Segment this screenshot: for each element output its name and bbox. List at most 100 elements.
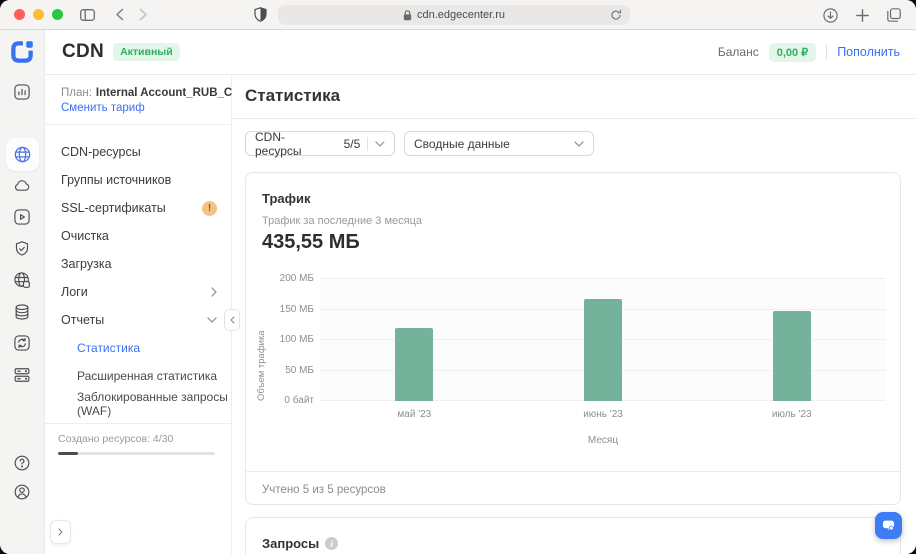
nav-item-ssl-certificates[interactable]: SSL-сертификаты ! [45, 194, 231, 222]
analytics-icon[interactable] [11, 81, 33, 103]
resource-filter-dropdown[interactable]: CDN-ресурсы 5/5 [245, 131, 395, 156]
lock-icon [403, 10, 412, 21]
y-tick-label: 50 МБ [285, 365, 314, 376]
requests-card-title: Запросы [262, 536, 319, 551]
nav-item-reports[interactable]: Отчеты [45, 306, 231, 334]
x-tick-label: май '23 [320, 409, 509, 420]
nav-subitem-waf-blocked[interactable]: Заблокированные запросы (WAF) [45, 390, 231, 418]
x-tick-label: июль '23 [697, 409, 886, 420]
header-separator [826, 44, 827, 60]
y-tick-label: 200 МБ [280, 273, 314, 284]
browser-toolbar: cdn.edgecenter.ru [0, 0, 916, 30]
requests-info-icon[interactable]: i [325, 537, 338, 550]
traffic-card-footer: Учтено 5 из 5 ресурсов [262, 484, 386, 496]
chevron-down-icon [207, 317, 217, 323]
zoom-window-button[interactable] [52, 9, 63, 20]
traffic-bar [773, 311, 811, 401]
support-chat-button[interactable] [875, 512, 902, 539]
cloud-icon[interactable] [11, 175, 33, 197]
y-tick-label: 0 байт [284, 395, 314, 406]
back-icon[interactable] [107, 4, 131, 26]
topup-link[interactable]: Пополнить [837, 45, 900, 59]
chevron-right-icon [211, 287, 217, 297]
ssl-warning-badge: ! [202, 201, 217, 216]
status-badge: Активный [113, 43, 180, 61]
sidebar-expand-button[interactable] [50, 520, 71, 544]
storage-icon[interactable] [11, 301, 33, 323]
page-title: Статистика [245, 86, 340, 106]
resource-filter-label: CDN-ресурсы [255, 130, 330, 158]
nav-item-origin-groups[interactable]: Группы источников [45, 166, 231, 194]
edgecenter-logo[interactable] [9, 39, 35, 65]
minimize-window-button[interactable] [33, 9, 44, 20]
forward-icon[interactable] [131, 4, 155, 26]
resource-filter-count: 5/5 [344, 137, 361, 151]
tab-overview-icon[interactable] [882, 4, 906, 26]
traffic-bar [584, 299, 622, 401]
balance-value: 0,00 ₽ [769, 43, 816, 62]
sync-icon[interactable] [11, 332, 33, 354]
profile-icon[interactable] [11, 481, 33, 503]
nav-item-prefetch[interactable]: Загрузка [45, 250, 231, 278]
chevron-down-icon [375, 141, 385, 147]
sidebar-toggle-icon[interactable] [75, 4, 99, 26]
traffic-bar [395, 328, 433, 401]
cdn-icon[interactable] [11, 143, 33, 165]
nav-item-cdn-resources[interactable]: CDN-ресурсы [45, 138, 231, 166]
plan-block: План: Internal Account_RUB_C... i Сменит… [45, 75, 231, 125]
new-tab-icon[interactable] [850, 4, 874, 26]
hosting-icon[interactable] [11, 364, 33, 386]
app-header: CDN Активный Баланс 0,00 ₽ Пополнить [45, 30, 916, 75]
resources-progress [58, 452, 215, 455]
left-nav: План: Internal Account_RUB_C... i Сменит… [45, 75, 232, 554]
change-plan-link[interactable]: Сменить тариф [61, 102, 217, 114]
chevron-right-icon [58, 528, 63, 536]
traffic-total-value: 435,55 МБ [262, 231, 360, 254]
downloads-icon[interactable] [818, 4, 842, 26]
privacy-shield-icon[interactable] [248, 4, 272, 26]
address-bar[interactable]: cdn.edgecenter.ru [278, 5, 630, 25]
traffic-card: Трафик Трафик за последние 3 месяца 435,… [245, 172, 901, 505]
dns-icon[interactable] [11, 269, 33, 291]
data-type-dropdown[interactable]: Сводные данные [404, 131, 594, 156]
chevron-left-icon [230, 316, 235, 324]
traffic-card-title: Трафик [262, 191, 311, 206]
gridline [320, 278, 886, 279]
chart-y-axis-title: Объем трафика [256, 279, 267, 401]
help-icon[interactable] [11, 452, 33, 474]
streaming-icon[interactable] [11, 206, 33, 228]
nav-item-logs[interactable]: Логи [45, 278, 231, 306]
plan-label: План: [61, 87, 92, 99]
traffic-card-subtitle: Трафик за последние 3 месяца [262, 215, 422, 227]
balance-label: Баланс [718, 45, 759, 59]
title-divider [232, 118, 916, 119]
nav-subitem-statistics[interactable]: Статистика [45, 334, 231, 362]
icon-rail [0, 30, 45, 554]
y-tick-label: 100 МБ [280, 334, 314, 345]
security-shield-icon[interactable] [11, 238, 33, 260]
nav-list: CDN-ресурсы Группы источников SSL-сертиф… [45, 125, 231, 418]
nav-collapse-handle[interactable] [224, 309, 240, 331]
resources-counter: Создано ресурсов: 4/30 [45, 423, 231, 455]
requests-card: Запросы i [245, 517, 901, 554]
y-tick-label: 150 МБ [280, 304, 314, 315]
browser-window: cdn.edgecenter.ru [0, 0, 916, 554]
chart-x-axis-title: Месяц [320, 435, 886, 446]
data-type-label: Сводные данные [414, 137, 510, 151]
chat-icon [881, 518, 896, 533]
x-tick-label: июнь '23 [509, 409, 698, 420]
plan-value: Internal Account_RUB_C... [96, 87, 242, 99]
nav-subitem-advanced-statistics[interactable]: Расширенная статистика [45, 362, 231, 390]
nav-item-purge[interactable]: Очистка [45, 222, 231, 250]
reload-icon[interactable] [608, 8, 624, 22]
chart-plot [320, 279, 886, 401]
app-title: CDN [62, 41, 104, 63]
chart-y-ticks: 200 МБ150 МБ100 МБ50 МБ0 байт [268, 279, 314, 401]
close-window-button[interactable] [14, 9, 25, 20]
chart-x-labels: май '23июнь '23июль '23 [320, 409, 886, 420]
url-text: cdn.edgecenter.ru [417, 9, 505, 21]
resources-progress-fill [58, 452, 78, 455]
main-content: Статистика CDN-ресурсы 5/5 Сводные данны… [232, 75, 916, 554]
chevron-down-icon [574, 141, 584, 147]
resources-counter-text: Создано ресурсов: 4/30 [58, 433, 215, 445]
